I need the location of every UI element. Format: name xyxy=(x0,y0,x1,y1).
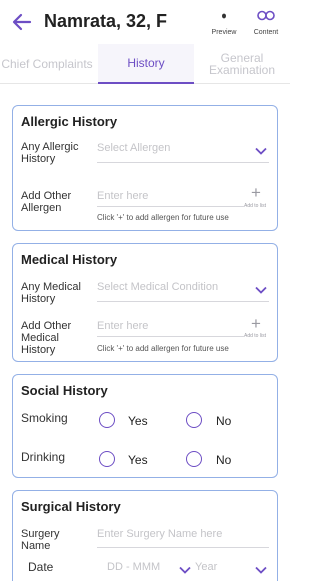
content-label: Content xyxy=(253,29,279,36)
tab-chief-complaints[interactable]: Chief Complaints xyxy=(0,44,98,84)
date-picker[interactable]: DD - MMM xyxy=(107,561,160,573)
date-label: Date xyxy=(28,560,54,574)
back-arrow-icon[interactable] xyxy=(10,10,34,34)
surgery-name-underline xyxy=(97,547,269,548)
other-medical-history-input[interactable]: Enter here xyxy=(97,320,148,332)
preview-button[interactable]: Preview xyxy=(207,8,241,36)
content-button[interactable]: Content xyxy=(249,8,283,36)
preview-icon xyxy=(222,13,226,19)
drinking-yes-label: Yes xyxy=(128,453,148,467)
add-other-medical-history-label: Add Other Medical History xyxy=(21,320,72,356)
tab-history[interactable]: History xyxy=(98,44,194,84)
surgery-name-input[interactable]: Enter Surgery Name here xyxy=(97,528,222,540)
allergic-history-title: Allergic History xyxy=(21,114,118,129)
medical-hint: Click '+' to add allergen for future use xyxy=(97,344,229,353)
allergic-history-card: Allergic History Any Allergic History Se… xyxy=(12,105,278,231)
surgical-history-title: Surgical History xyxy=(21,499,121,514)
medical-history-card: Medical History Any Medical History Sele… xyxy=(12,243,278,362)
section-tabs: Chief Complaints History General Examina… xyxy=(0,44,290,84)
smoking-no-radio[interactable] xyxy=(186,412,202,428)
other-allergen-input[interactable]: Enter here xyxy=(97,190,148,202)
drinking-no-label: No xyxy=(216,453,232,467)
patient-title: Namrata, 32, F xyxy=(44,11,168,31)
drinking-yes-radio[interactable] xyxy=(99,451,115,467)
add-to-list-label: Add to list xyxy=(244,203,266,209)
app-header: Namrata, 32, F Preview Content xyxy=(0,0,290,44)
medical-condition-underline xyxy=(97,301,269,302)
allergen-underline xyxy=(97,162,269,163)
drinking-no-radio[interactable] xyxy=(186,451,202,467)
chevron-down-icon[interactable] xyxy=(255,286,267,294)
any-medical-history-label: Any Medical History xyxy=(21,281,81,305)
plus-icon[interactable]: + xyxy=(251,184,261,201)
other-medical-underline xyxy=(97,336,245,337)
preview-label: Preview xyxy=(211,29,237,36)
select-medical-condition-dropdown[interactable]: Select Medical Condition xyxy=(97,281,218,293)
chevron-down-icon[interactable] xyxy=(255,566,267,574)
add-to-list-label: Add to list xyxy=(244,333,266,339)
surgery-name-label: Surgery Name xyxy=(21,528,60,552)
medical-history-title: Medical History xyxy=(21,252,118,267)
smoking-label: Smoking xyxy=(21,411,68,425)
drinking-label: Drinking xyxy=(21,450,66,464)
year-picker[interactable]: Year xyxy=(195,561,217,573)
any-allergic-history-label: Any Allergic History xyxy=(21,141,79,165)
link-icon xyxy=(257,10,275,21)
plus-icon[interactable]: + xyxy=(251,315,261,332)
add-other-allergen-label: Add Other Allergen xyxy=(21,190,72,214)
social-history-title: Social History xyxy=(21,383,108,398)
smoking-yes-label: Yes xyxy=(128,414,148,428)
surgical-history-card: Surgical History Surgery Name Enter Surg… xyxy=(12,490,278,581)
chevron-down-icon[interactable] xyxy=(179,566,191,574)
other-allergen-underline xyxy=(97,206,245,207)
tab-general-examination[interactable]: General Examination xyxy=(194,44,290,84)
select-allergen-dropdown[interactable]: Select Allergen xyxy=(97,142,170,154)
chevron-down-icon[interactable] xyxy=(255,147,267,155)
allergen-hint: Click '+' to add allergen for future use xyxy=(97,213,229,222)
smoking-yes-radio[interactable] xyxy=(99,412,115,428)
social-history-card: Social History Smoking Yes No Drinking Y… xyxy=(12,374,278,478)
smoking-no-label: No xyxy=(216,414,232,428)
